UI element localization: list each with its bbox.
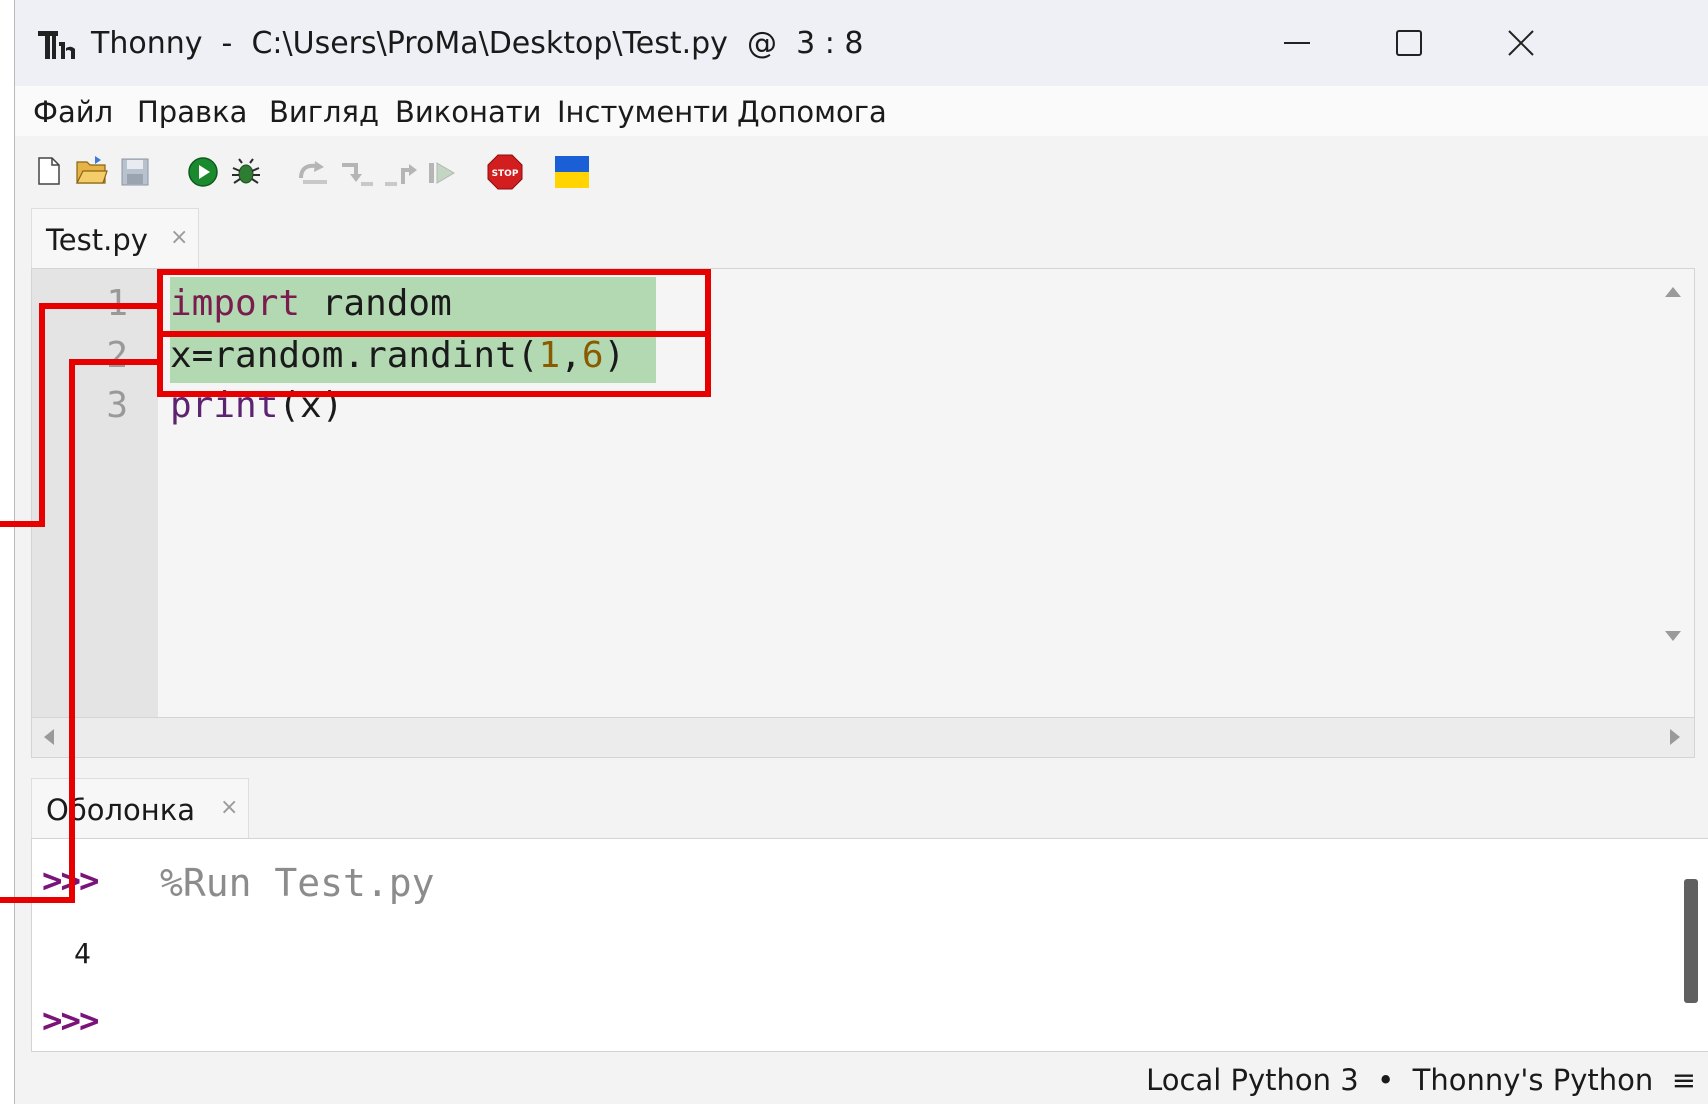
- scroll-down-icon[interactable]: [1664, 629, 1682, 643]
- line-number: 3: [106, 385, 128, 426]
- minimize-button[interactable]: [1247, 10, 1347, 76]
- status-bar[interactable]: Local Python 3 • Thonny's Python ≡: [1146, 1060, 1696, 1100]
- tab-close-icon[interactable]: ×: [170, 223, 188, 253]
- code-line-2[interactable]: x=random.randint(1,6): [170, 329, 656, 383]
- number-literal: 1: [538, 335, 561, 376]
- step-into-icon[interactable]: [339, 160, 375, 188]
- code-line-1[interactable]: import random: [170, 277, 656, 331]
- ukraine-flag-icon[interactable]: [555, 156, 589, 188]
- thonny-window: Thonny - C:\Users\ProMa\Desktop\Test.py …: [14, 0, 1708, 1104]
- editor-horizontal-scrollbar[interactable]: [31, 718, 1695, 758]
- save-file-icon[interactable]: [121, 158, 149, 186]
- tab-shell[interactable]: Оболонка ×: [31, 778, 249, 838]
- menu-run[interactable]: Виконати: [395, 92, 541, 132]
- keyword-import: import: [170, 283, 301, 324]
- menu-edit[interactable]: Правка: [137, 92, 247, 132]
- line-number: 1: [106, 283, 128, 324]
- tab-label: Оболонка: [46, 793, 195, 827]
- code-text: ): [603, 335, 626, 376]
- shell-prompt: >>>: [42, 861, 99, 901]
- stop-icon[interactable]: STOP: [487, 154, 523, 190]
- tab-label: Test.py: [46, 223, 148, 257]
- svg-text:STOP: STOP: [492, 169, 519, 179]
- close-icon: [1508, 30, 1534, 56]
- shell-output: 4: [74, 937, 91, 970]
- menu-help[interactable]: Допомога: [737, 92, 887, 132]
- shell-command: %Run Test.py: [160, 861, 435, 905]
- new-file-icon[interactable]: [37, 156, 61, 186]
- step-over-icon[interactable]: [297, 160, 331, 186]
- line-number: 2: [106, 335, 128, 376]
- scroll-right-icon[interactable]: [1668, 728, 1682, 746]
- run-icon[interactable]: [187, 156, 219, 188]
- resume-icon[interactable]: [427, 160, 457, 186]
- code-editor[interactable]: 1 2 3 import random x=random.randint(1,6…: [31, 268, 1695, 718]
- scroll-left-icon[interactable]: [42, 728, 56, 746]
- code-text: (x): [278, 385, 344, 426]
- debug-icon[interactable]: [229, 156, 263, 188]
- menu-tools[interactable]: Інстументи: [557, 92, 729, 132]
- maximize-button[interactable]: [1359, 10, 1459, 76]
- module-name: random: [300, 283, 452, 324]
- python-shell[interactable]: >>> %Run Test.py 4 >>>: [31, 838, 1708, 1052]
- code-line-3[interactable]: print(x): [170, 379, 343, 433]
- shell-scrollbar-thumb[interactable]: [1684, 879, 1698, 1003]
- title-bar[interactable]: Thonny - C:\Users\ProMa\Desktop\Test.py …: [15, 0, 1708, 86]
- scroll-up-icon[interactable]: [1664, 285, 1682, 299]
- thonny-logo-icon: [38, 31, 75, 59]
- menu-view[interactable]: Вигляд: [269, 92, 379, 132]
- window-title: Thonny - C:\Users\ProMa\Desktop\Test.py …: [91, 26, 864, 61]
- shell-prompt: >>>: [42, 1001, 99, 1041]
- step-out-icon[interactable]: [383, 158, 419, 188]
- open-file-icon[interactable]: [75, 154, 109, 186]
- code-text: ,: [560, 335, 582, 376]
- code-text: x=random.randint(: [170, 335, 539, 376]
- tab-close-icon[interactable]: ×: [220, 793, 238, 823]
- number-literal: 6: [581, 335, 604, 376]
- tab-test-py[interactable]: Test.py ×: [31, 208, 199, 268]
- close-button[interactable]: [1471, 10, 1571, 76]
- maximize-icon: [1396, 30, 1422, 56]
- menu-file[interactable]: Файл: [33, 92, 113, 132]
- toolbar: STOP: [15, 136, 1708, 206]
- line-number-gutter: 1 2 3: [32, 269, 158, 717]
- minimize-icon: [1284, 42, 1310, 44]
- menu-bar: Файл Правка Вигляд Виконати Інстументи Д…: [15, 86, 1708, 136]
- builtin-print: print: [170, 385, 279, 426]
